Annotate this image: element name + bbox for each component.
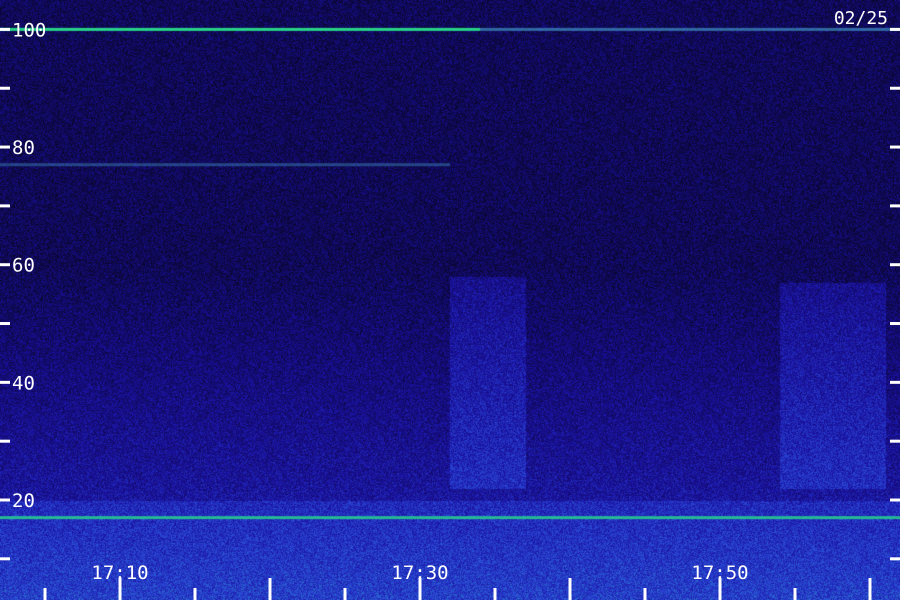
x-axis: 17:10 17:30 17:50 — [43, 562, 872, 600]
x-tick-label: 17:30 — [391, 562, 448, 584]
date-label: 02/25 — [834, 8, 888, 29]
spectrogram-panel: 02/25 100 80 60 40 20 17:10 17:30 17:50 — [0, 0, 900, 600]
y-tick-label: 20 — [12, 490, 35, 512]
y-tick-label: 40 — [12, 372, 35, 394]
y-tick-label: 60 — [12, 255, 35, 277]
y-tick-label: 80 — [12, 137, 35, 159]
x-tick-label: 17:50 — [691, 562, 748, 584]
x-tick-label: 17:10 — [91, 562, 148, 584]
axes-overlay: 02/25 100 80 60 40 20 17:10 17:30 17:50 — [0, 8, 900, 600]
y-tick-label: 100 — [12, 19, 46, 41]
y-axis: 100 80 60 40 20 — [0, 19, 900, 561]
